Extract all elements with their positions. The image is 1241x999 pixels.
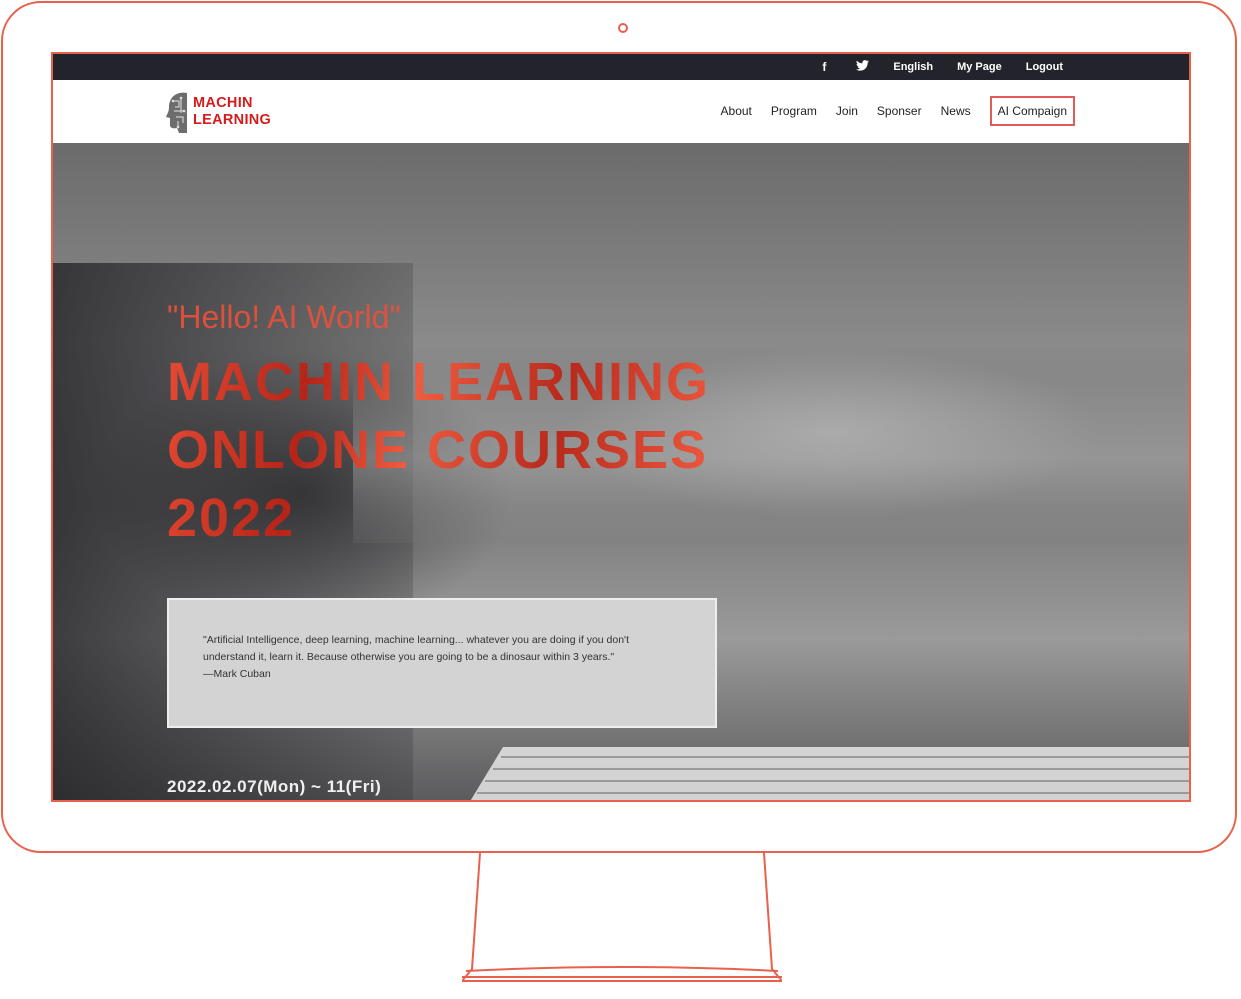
quote-text: "Artificial Intelligence, deep learning,…	[203, 634, 629, 663]
logo-line2: LEARNING	[193, 112, 272, 128]
nav-ai-campaign-button[interactable]: AI Compaign	[989, 96, 1075, 126]
nav-news[interactable]: News	[941, 104, 971, 118]
camera-dot	[618, 23, 628, 33]
logo-text: MACHIN LEARNING	[193, 95, 271, 129]
facebook-icon[interactable]: f	[817, 60, 831, 74]
website-screen: f English My Page Logout MACHIN LEARNING	[51, 52, 1191, 802]
nav-program[interactable]: Program	[771, 104, 817, 118]
monitor-stand	[462, 853, 782, 982]
hero-greeting: "Hello! AI World"	[167, 299, 401, 335]
brain-head-icon	[166, 92, 187, 133]
language-link[interactable]: English	[893, 61, 933, 73]
main-navbar: MACHIN LEARNING About Program Join Spons…	[53, 80, 1189, 143]
quote-author: —Mark Cuban	[203, 668, 271, 680]
site-logo[interactable]: MACHIN LEARNING	[165, 88, 271, 136]
main-nav: About Program Join Sponser News AI Compa…	[721, 96, 1075, 126]
keyboard-image	[470, 747, 1189, 800]
course-dates: 2022.02.07(Mon) ~ 11(Fri)	[167, 777, 382, 796]
headline-line-1: MACHIN LEARNING	[167, 352, 710, 412]
twitter-icon[interactable]	[855, 60, 869, 74]
headline-line-3: 2022	[167, 488, 296, 548]
nav-about[interactable]: About	[721, 104, 752, 118]
headline-line-2: ONLONE COURSES	[167, 420, 709, 480]
nav-sponser[interactable]: Sponser	[877, 104, 922, 118]
mypage-link[interactable]: My Page	[957, 61, 1002, 73]
top-utility-bar: f English My Page Logout	[53, 54, 1189, 80]
logout-link[interactable]: Logout	[1026, 61, 1063, 73]
hero-banner: "Hello! AI World" MACHIN LEARNING ONLONE…	[53, 143, 1189, 800]
logo-line1: MACHIN	[193, 95, 253, 111]
hero-headline: MACHIN LEARNING ONLONE COURSES 2022	[167, 348, 867, 552]
quote-box: "Artificial Intelligence, deep learning,…	[167, 598, 717, 728]
nav-join[interactable]: Join	[836, 104, 858, 118]
